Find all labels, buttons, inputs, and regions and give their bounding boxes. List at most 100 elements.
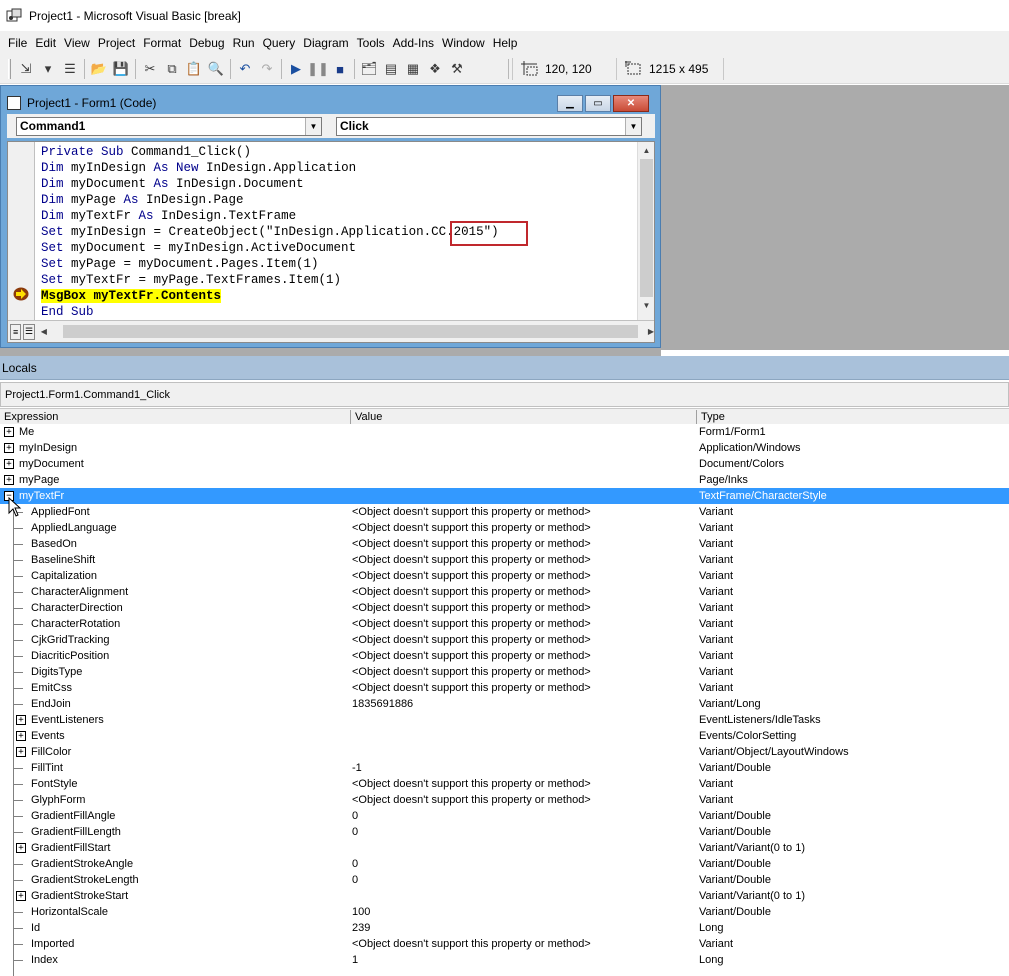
redo-icon[interactable]: ↷ [256,58,278,80]
vb-app-icon[interactable] [6,8,22,24]
menu-query[interactable]: Query [259,32,300,54]
break-icon[interactable]: ❚❚ [307,58,329,80]
scroll-right-icon[interactable]: ▶ [648,327,654,336]
vertical-scroll-thumb[interactable] [640,159,653,297]
locals-value[interactable]: 1 [352,952,358,968]
locals-value[interactable]: <Object doesn't support this property or… [352,552,591,568]
procedure-view-icon[interactable]: ≡ [10,323,22,340]
expand-icon[interactable]: + [4,427,14,437]
scroll-down-icon[interactable]: ▼ [638,297,655,314]
vertical-scrollbar[interactable]: ▲ ▼ [637,142,654,320]
locals-row[interactable]: + EventListeners EventListeners/IdleTasks [0,712,1009,728]
locals-value[interactable]: <Object doesn't support this property or… [352,504,591,520]
horizontal-scrollbar[interactable]: ◀ ▶ [40,323,654,340]
locals-row[interactable]: CharacterAlignment <Object doesn't suppor… [0,584,1009,600]
locals-row[interactable]: CharacterRotation <Object doesn't support… [0,616,1009,632]
locals-row[interactable]: FillTint -1 Variant/Double [0,760,1009,776]
locals-value[interactable]: 0 [352,824,358,840]
locals-value[interactable]: 0 [352,872,358,888]
menu-diagram[interactable]: Diagram [299,32,352,54]
locals-row[interactable]: EmitCss <Object doesn't support this prop… [0,680,1009,696]
procedure-dropdown[interactable]: Click ▼ [336,116,642,136]
menu-run[interactable]: Run [229,32,259,54]
column-value[interactable]: Value [351,410,697,425]
locals-row[interactable]: + myDocument Document/Colors [0,456,1009,472]
locals-row[interactable]: EndJoin 1835691886 Variant/Long [0,696,1009,712]
locals-value[interactable]: 0 [352,856,358,872]
locals-value[interactable]: <Object doesn't support this property or… [352,936,591,952]
locals-row[interactable]: − myTextFr TextFrame/CharacterStyle [0,488,1009,504]
code-line[interactable]: Private Sub Command1_Click() [41,144,499,160]
code-line[interactable]: MsgBox myTextFr.Contents [41,288,499,304]
locals-value[interactable]: <Object doesn't support this property or… [352,520,591,536]
find-icon[interactable]: 🔍 [205,58,227,80]
menu-window[interactable]: Window [438,32,489,54]
locals-row[interactable]: AppliedFont <Object doesn't support this … [0,504,1009,520]
chevron-down-icon[interactable]: ▼ [305,117,321,135]
locals-value[interactable]: <Object doesn't support this property or… [352,632,591,648]
locals-row[interactable]: + myInDesign Application/Windows [0,440,1009,456]
minimize-button[interactable]: ▁ [557,95,583,112]
add-project-icon[interactable]: ⇲ [15,58,37,80]
locals-value[interactable]: <Object doesn't support this property or… [352,664,591,680]
locals-row[interactable]: GlyphForm <Object doesn't support this pr… [0,792,1009,808]
column-expression[interactable]: Expression [0,410,351,425]
locals-row[interactable]: HorizontalScale 100 Variant/Double [0,904,1009,920]
undo-icon[interactable]: ↶ [234,58,256,80]
locals-value[interactable]: 100 [352,904,370,920]
locals-row[interactable]: DigitsType <Object doesn't support this p… [0,664,1009,680]
column-type[interactable]: Type [697,410,1009,425]
locals-row[interactable]: + GradientFillStart Variant/Variant(0 to 1… [0,840,1009,856]
full-module-view-icon[interactable]: ☰ [23,323,35,340]
code-line[interactable]: Set myTextFr = myPage.TextFrames.Item(1) [41,272,499,288]
locals-row[interactable]: + myPage Page/Inks [0,472,1009,488]
expand-icon[interactable]: + [16,731,26,741]
code-line[interactable]: Dim myInDesign As New InDesign.Applicati… [41,160,499,176]
locals-value[interactable]: 1835691886 [352,696,413,712]
locals-value[interactable]: 0 [352,808,358,824]
locals-value[interactable]: <Object doesn't support this property or… [352,680,591,696]
locals-row[interactable]: Index 1 Long [0,952,1009,968]
expand-icon[interactable]: + [16,843,26,853]
menu-file[interactable]: File [4,32,31,54]
menu-tools[interactable]: Tools [353,32,389,54]
close-button[interactable]: ✕ [613,95,649,112]
code-window-titlebar[interactable]: Project1 - Form1 (Code) ▁ ▭ ✕ [7,92,655,114]
maximize-button[interactable]: ▭ [585,95,611,112]
locals-value[interactable]: <Object doesn't support this property or… [352,600,591,616]
locals-value[interactable]: <Object doesn't support this property or… [352,776,591,792]
project-explorer-icon[interactable]: 🗂 [358,58,380,80]
menu-edit[interactable]: Edit [31,32,60,54]
menu-help[interactable]: Help [489,32,522,54]
object-browser-icon[interactable]: ❖ [424,58,446,80]
locals-row[interactable]: CharacterDirection <Object doesn't suppor… [0,600,1009,616]
locals-value[interactable]: <Object doesn't support this property or… [352,584,591,600]
end-icon[interactable]: ■ [329,58,351,80]
locals-row[interactable]: GradientFillLength 0 Variant/Double [0,824,1009,840]
menu-format[interactable]: Format [139,32,185,54]
locals-row[interactable]: BasedOn <Object doesn't support this prop… [0,536,1009,552]
code-line[interactable]: End Sub [41,304,499,320]
locals-row[interactable]: + Me Form1/Form1 [0,424,1009,440]
code-line[interactable]: Set myDocument = myInDesign.ActiveDocume… [41,240,499,256]
object-dropdown[interactable]: Command1 ▼ [16,116,322,136]
locals-row[interactable]: + FillColor Variant/Object/LayoutWindows [0,744,1009,760]
properties-window-icon[interactable]: ▤ [380,58,402,80]
code-line[interactable]: Set myInDesign = CreateObject("InDesign.… [41,224,499,240]
copy-icon[interactable]: ⧉ [161,58,183,80]
code-text[interactable]: Private Sub Command1_Click() Dim myInDesi… [41,144,499,320]
locals-value[interactable]: <Object doesn't support this property or… [352,536,591,552]
locals-row[interactable]: FontStyle <Object doesn't support this pr… [0,776,1009,792]
locals-row[interactable]: GradientFillAngle 0 Variant/Double [0,808,1009,824]
locals-row[interactable]: GradientStrokeLength 0 Variant/Double [0,872,1009,888]
menu-project[interactable]: Project [94,32,139,54]
horizontal-scroll-thumb[interactable] [62,325,638,338]
expand-icon[interactable]: + [4,475,14,485]
menu-add-ins[interactable]: Add-Ins [389,32,438,54]
locals-value[interactable]: <Object doesn't support this property or… [352,648,591,664]
paste-icon[interactable]: 📋 [183,58,205,80]
add-form-icon[interactable]: ▾ [37,58,59,80]
expand-icon[interactable]: + [16,715,26,725]
scroll-left-icon[interactable]: ◀ [41,327,47,336]
toolbox-icon[interactable]: ⚒ [446,58,468,80]
